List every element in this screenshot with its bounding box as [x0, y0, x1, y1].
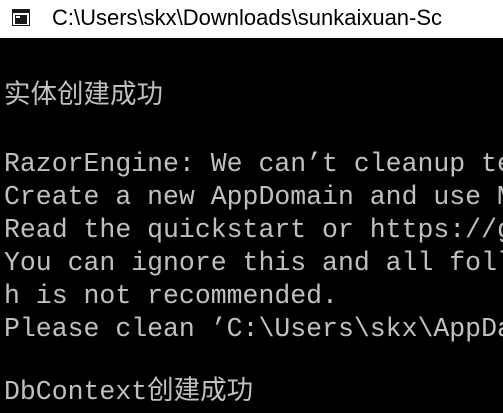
- console-line: RazorEngine: We can’t cleanup te: [4, 149, 503, 179]
- console-line: Create a new AppDomain and use M: [4, 182, 503, 212]
- console-app-icon[interactable]: [12, 9, 30, 26]
- icon-prompt: [16, 16, 20, 18]
- console-line: DbContext创建成功: [4, 377, 254, 407]
- icon-bar: [13, 10, 29, 13]
- window-title: C:\Users\skx\Downloads\sunkaixuan-Sc: [52, 5, 443, 30]
- console-window: C:\Users\skx\Downloads\sunkaixuan-Sc 实体创…: [0, 0, 503, 413]
- console-line: You can ignore this and all foll: [4, 248, 503, 278]
- console-line: 实体创建成功: [4, 81, 163, 111]
- title-bar[interactable]: C:\Users\skx\Downloads\sunkaixuan-Sc: [0, 0, 503, 39]
- console-line: h is not recommended.: [4, 281, 338, 311]
- console-line: Read the quickstart or https://g: [4, 215, 503, 245]
- console-line: Please clean ’C:\Users\skx\AppDa: [4, 314, 503, 344]
- console-output[interactable]: 实体创建成功 RazorEngine: We can’t cleanup te …: [0, 38, 503, 413]
